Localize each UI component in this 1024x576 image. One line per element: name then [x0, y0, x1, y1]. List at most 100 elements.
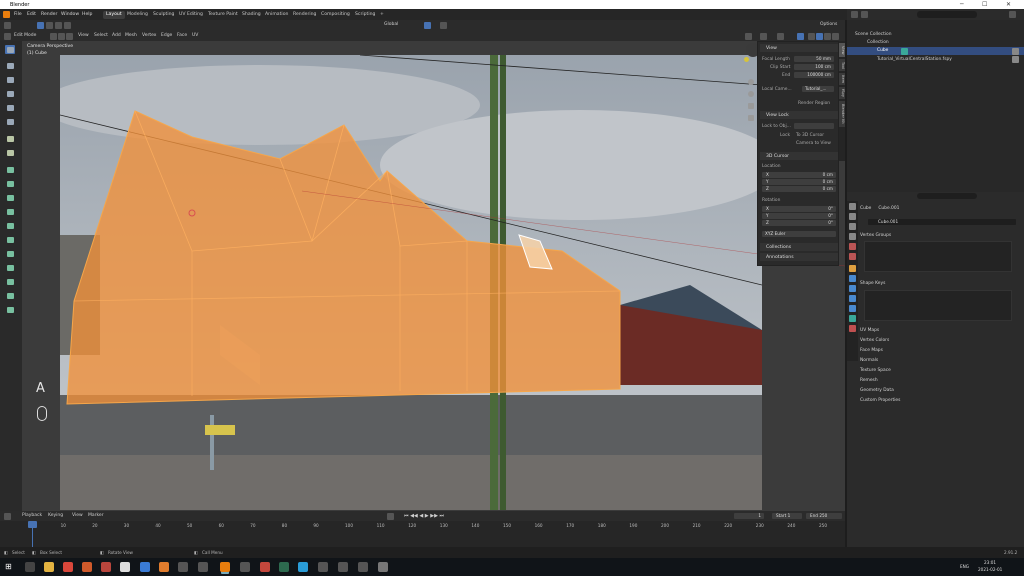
app-icon-9[interactable] — [260, 562, 270, 572]
modifier-tab-icon[interactable] — [849, 275, 856, 282]
edge-select-icon[interactable] — [58, 32, 65, 40]
menu-edit[interactable]: Edit — [27, 12, 36, 17]
editor-type-icon[interactable] — [4, 22, 11, 29]
select-mode-box-icon[interactable] — [37, 22, 44, 29]
face-maps-panel[interactable]: Face Maps — [860, 348, 1020, 353]
view-panel-header[interactable]: View — [760, 44, 838, 52]
tab-blenderkit[interactable]: Blender Kit — [839, 101, 845, 127]
bevel-tool-icon[interactable] — [5, 193, 15, 202]
tab-item[interactable]: Item — [839, 73, 845, 85]
menu-help[interactable]: Help — [82, 12, 92, 17]
render-region-checkbox[interactable]: Render Region — [798, 101, 830, 106]
app-icon-2[interactable] — [101, 562, 111, 572]
playback-controls[interactable]: ⏮ ◀◀ ◀ ▶ ▶▶ ⏭ — [404, 513, 444, 519]
move-tool-icon[interactable] — [5, 75, 15, 84]
tab-texture-paint[interactable]: Texture Paint — [205, 11, 241, 19]
measure-tool-icon[interactable] — [5, 148, 15, 157]
zoom-icon[interactable] — [748, 79, 754, 85]
camera-to-view-checkbox[interactable]: Camera to View — [796, 141, 831, 146]
rendered-shading-icon[interactable] — [832, 32, 839, 40]
edge-slide-tool-icon[interactable] — [5, 277, 15, 286]
menu-select[interactable]: Select — [94, 33, 108, 38]
mode-dropdown[interactable]: Edit Mode — [14, 33, 36, 38]
display-mode-icon[interactable] — [861, 11, 868, 18]
menu-file[interactable]: File — [14, 12, 22, 17]
uv-maps-panel[interactable]: UV Maps — [860, 328, 1020, 333]
tab-layout[interactable]: Layout — [103, 10, 125, 19]
focal-length-field[interactable]: 50 mm — [794, 56, 834, 62]
scene-collection-item[interactable]: Scene Collection — [855, 32, 892, 37]
transform-orientation-dropdown[interactable]: Global — [384, 22, 398, 27]
app-icon-12[interactable] — [318, 562, 328, 572]
menu-vertex[interactable]: Vertex — [142, 33, 156, 38]
breadcrumb-mesh[interactable]: Cube.001 — [878, 206, 899, 211]
app-icon-10[interactable] — [279, 562, 289, 572]
tab-compositing[interactable]: Compositing — [318, 11, 353, 19]
outliner-editor-icon[interactable] — [851, 11, 858, 18]
cube-item[interactable]: Cube — [877, 48, 888, 53]
clip-start-field[interactable]: 100 cm — [794, 64, 834, 70]
playhead-line[interactable] — [32, 528, 33, 547]
physics-tab-icon[interactable] — [849, 295, 856, 302]
xray-icon[interactable] — [797, 32, 804, 40]
cube-item-row[interactable]: Cube — [847, 47, 1024, 55]
app-icon-4[interactable] — [140, 562, 150, 572]
poly-build-tool-icon[interactable] — [5, 235, 15, 244]
material-shading-icon[interactable] — [824, 32, 831, 40]
menu-uv[interactable]: UV — [192, 33, 198, 38]
texture-space-panel[interactable]: Texture Space — [860, 368, 1020, 373]
end-frame-field[interactable]: End 250 — [806, 513, 842, 519]
timeline-editor-icon[interactable] — [4, 512, 11, 520]
cursor-tool-icon[interactable] — [5, 61, 15, 70]
menu-add[interactable]: Add — [112, 33, 121, 38]
object-tab-icon[interactable] — [849, 265, 856, 272]
collections-panel-header[interactable]: Collections — [760, 243, 838, 251]
cursor-rotation-y[interactable]: Y 0° — [762, 213, 836, 219]
3d-cursor-header[interactable]: 3D Cursor — [760, 152, 838, 160]
taskbar-date[interactable]: 2021-02-01 — [978, 567, 1002, 572]
app-icon-14[interactable] — [358, 562, 368, 572]
scale-tool-icon[interactable] — [5, 103, 15, 112]
start-frame-field[interactable]: Start 1 — [772, 513, 802, 519]
app-icon-5[interactable] — [159, 562, 169, 572]
solid-shading-icon[interactable] — [816, 32, 823, 40]
scene-tab-icon[interactable] — [849, 243, 856, 250]
gizmo-icon[interactable] — [760, 32, 767, 40]
knife-tool-icon[interactable] — [5, 221, 15, 230]
transform-tool-icon[interactable] — [5, 117, 15, 126]
custom-properties-panel[interactable]: Custom Properties — [860, 398, 1020, 403]
menu-render[interactable]: Render — [41, 12, 57, 17]
add-workspace-button[interactable]: + — [377, 11, 387, 19]
proportional-edit-icon[interactable] — [440, 22, 447, 29]
wireframe-shading-icon[interactable] — [808, 32, 815, 40]
minimize-button[interactable]: ─ — [960, 1, 964, 8]
select-mode-invert-icon[interactable] — [64, 22, 71, 29]
perspective-toggle-icon[interactable] — [748, 115, 754, 121]
annotate-tool-icon[interactable] — [5, 134, 15, 143]
app-icon-11[interactable] — [298, 562, 308, 572]
taskbar-time[interactable]: 23:01 — [984, 560, 996, 565]
timeline-playback-menu[interactable]: Playback — [22, 513, 42, 518]
material-tab-icon[interactable] — [849, 325, 856, 332]
properties-search-input[interactable] — [917, 193, 977, 199]
mesh-datablock-field[interactable]: Cube.001 — [868, 219, 1016, 225]
cursor-location-x[interactable]: X0 cm — [762, 172, 836, 178]
menu-edge[interactable]: Edge — [161, 33, 172, 38]
playhead-marker[interactable] — [28, 521, 37, 528]
menu-view[interactable]: View — [78, 33, 89, 38]
view-lock-header[interactable]: View Lock — [760, 111, 838, 119]
app-icon-7[interactable] — [198, 562, 208, 572]
tab-scripting[interactable]: Scripting — [352, 11, 378, 19]
local-camera-field[interactable]: Tutorial_... — [802, 86, 834, 92]
close-button[interactable]: ✕ — [1006, 1, 1011, 8]
lock-to-object-field[interactable] — [794, 123, 834, 129]
face-select-icon[interactable] — [66, 32, 73, 40]
menu-face[interactable]: Face — [177, 33, 187, 38]
current-frame-field[interactable]: 1 — [734, 513, 764, 519]
language-indicator[interactable]: ENG — [960, 564, 969, 569]
tab-uv-editing[interactable]: UV Editing — [176, 11, 206, 19]
tab-shading[interactable]: Shading — [239, 11, 264, 19]
camera-view-icon[interactable] — [748, 103, 754, 109]
particles-tab-icon[interactable] — [849, 285, 856, 292]
normals-panel[interactable]: Normals — [860, 358, 1020, 363]
